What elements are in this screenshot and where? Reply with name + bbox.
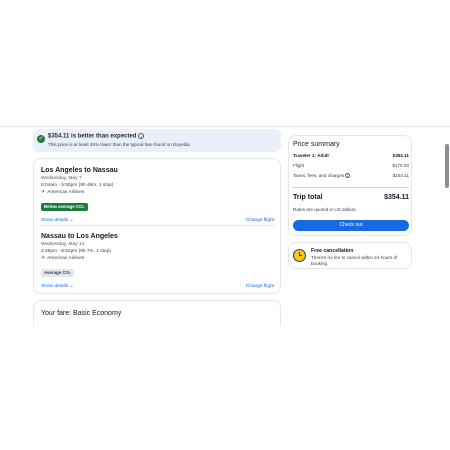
flight-details-card: Los Angeles to Nassau Wednesday, May 7 6… xyxy=(33,158,281,294)
price-summary-title: Price summary xyxy=(293,141,340,148)
leg-airline: ✈ American Airlines xyxy=(41,255,274,261)
flight-label: Flight xyxy=(293,163,305,168)
change-flight-link[interactable]: Change flight xyxy=(246,284,274,289)
chevron-down-icon: ⌄ xyxy=(69,284,74,289)
leg-airline: ✈ American Airlines xyxy=(41,189,274,195)
airline-name: American Airlines xyxy=(47,256,85,261)
leg-times: 6:04am - 5:50pm (9h 46m, 1 stop) xyxy=(41,182,114,188)
booking-page: ✓ $354.11 is better than expected i This … xyxy=(0,126,450,326)
total-label: Trip total xyxy=(293,194,323,201)
scrollbar-thumb[interactable] xyxy=(445,144,449,188)
summary-divider xyxy=(293,187,409,188)
info-icon[interactable]: i xyxy=(345,173,351,179)
chevron-down-icon: ⌄ xyxy=(69,218,74,223)
co2-badge: Average CO₂ xyxy=(41,268,74,277)
change-flight-link[interactable]: Change flight xyxy=(246,218,274,223)
price-alert-banner: ✓ $354.11 is better than expected i This … xyxy=(33,129,281,152)
show-details-link[interactable]: Show details ⌄ xyxy=(41,218,74,223)
check-icon: ✓ xyxy=(37,135,45,143)
airline-name: American Airlines xyxy=(47,190,85,195)
price-summary-card: Price summary Traveler 1: Adult $354.11 … xyxy=(288,135,412,236)
taxes-label: Taxes, fees, and charges xyxy=(293,173,345,178)
return-leg: Nassau to Los Angeles Wednesday, May 14 … xyxy=(41,233,274,292)
traveler-value: $354.11 xyxy=(392,153,409,158)
airline-logo-icon: ✈ xyxy=(41,189,46,195)
price-alert-title: $354.11 is better than expected i xyxy=(48,133,145,140)
airline-logo-icon: ✈ xyxy=(41,255,46,261)
taxes-label-wrap: Taxes, fees, and charges i xyxy=(293,173,351,179)
leg-date: Wednesday, May 7 xyxy=(41,176,82,181)
fare-title: Your fare: Basic Economy xyxy=(41,310,122,317)
co2-badge: Below average CO₂ xyxy=(41,202,88,211)
cancellation-description: There's no fee to cancel within 24 hours… xyxy=(311,255,398,266)
price-alert-title-text: $354.11 is better than expected xyxy=(48,133,137,140)
free-cancellation-card: Free cancellation There's no fee to canc… xyxy=(288,242,412,269)
fare-card: Your fare: Basic Economy xyxy=(33,300,281,326)
leg-route: Los Angeles to Nassau xyxy=(41,167,118,174)
info-icon[interactable]: i xyxy=(138,133,145,139)
traveler-label: Traveler 1: Adult xyxy=(293,153,329,158)
outbound-leg: Los Angeles to Nassau Wednesday, May 7 6… xyxy=(41,167,274,226)
price-alert-subtitle: This price is at least 45% lower than th… xyxy=(48,142,190,147)
show-details-label: Show details xyxy=(41,218,69,223)
cancellation-title: Free cancellation xyxy=(311,248,354,254)
leg-route: Nassau to Los Angeles xyxy=(41,233,118,240)
flight-value: $170.00 xyxy=(392,163,409,168)
leg-divider xyxy=(41,225,274,226)
show-details-label: Show details xyxy=(41,284,69,289)
leg-links: Show details ⌄ Change flight xyxy=(41,284,274,292)
leg-times: 2:45pm - 8:52pm (9h 7m, 1 stop) xyxy=(41,248,111,254)
show-details-link[interactable]: Show details ⌄ xyxy=(41,284,74,289)
clock-icon xyxy=(293,249,306,262)
leg-date: Wednesday, May 14 xyxy=(41,242,85,247)
taxes-value: $184.11 xyxy=(392,173,409,178)
currency-note: Rates are quoted in US dollars. xyxy=(293,207,357,212)
total-value: $354.11 xyxy=(384,194,409,201)
checkout-button[interactable]: Check out xyxy=(293,220,409,231)
